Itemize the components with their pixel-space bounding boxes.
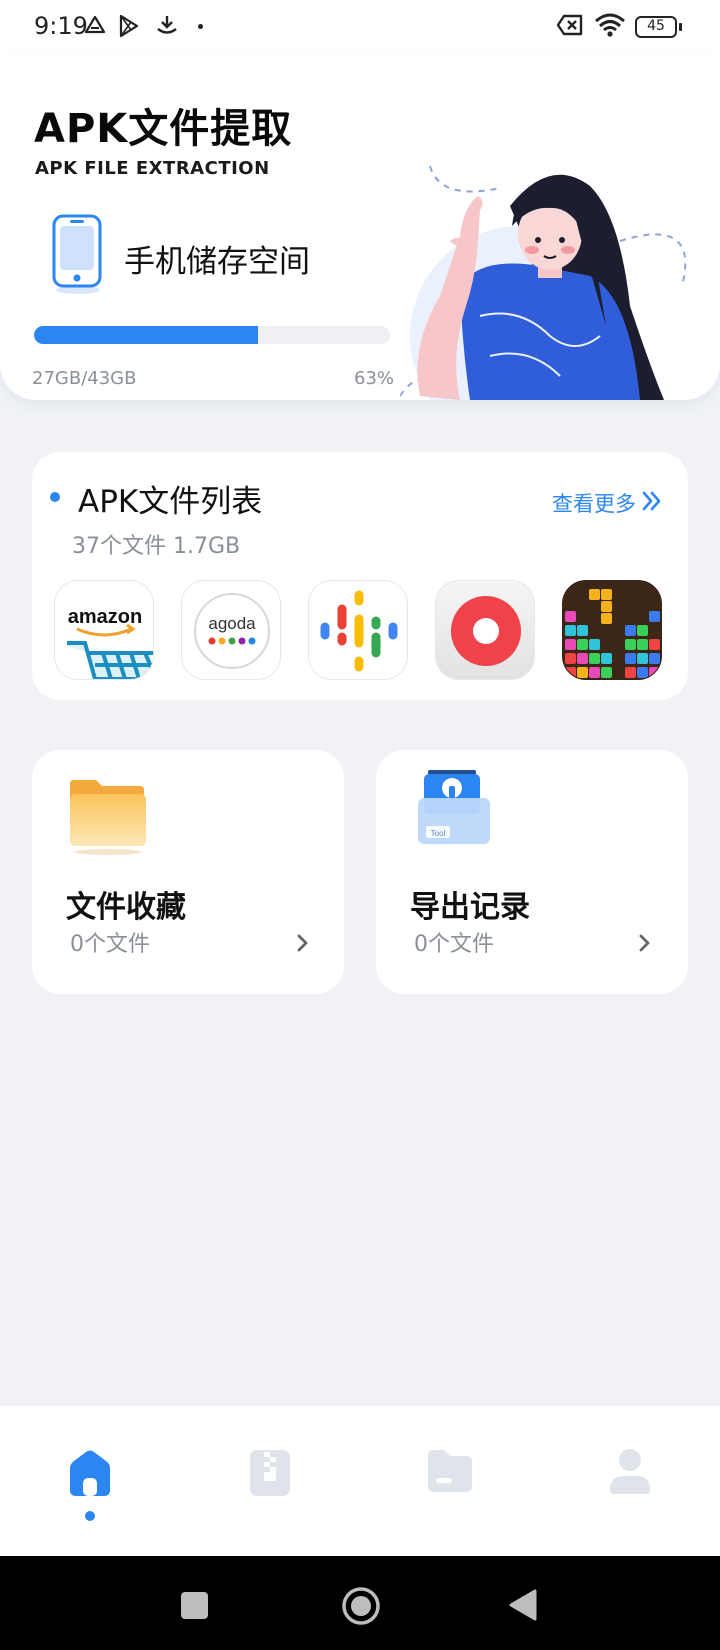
export-records-count: 0个文件 [414, 932, 494, 957]
storage-label: 手机储存空间 [124, 244, 310, 280]
download-icon [156, 14, 178, 40]
drive-icon [84, 14, 106, 40]
folder-file-icon[interactable] [426, 1448, 474, 1498]
google-podcasts-app-icon[interactable] [308, 580, 408, 680]
woman-illustration [399, 146, 720, 400]
app-title: APK文件提取 [34, 106, 293, 152]
folder-icon [66, 772, 150, 860]
apk-list-title: APK文件列表 [78, 484, 263, 520]
storage-used: 27GB/43GB [32, 368, 137, 389]
amazon-logo-text: amazon [68, 606, 142, 628]
screen-recorder-app-icon[interactable] [435, 580, 535, 680]
app-subtitle: APK FILE EXTRACTION [35, 158, 270, 179]
zip-file-icon[interactable] [248, 1448, 292, 1502]
wifi-icon [594, 12, 626, 42]
double-chevron-right-icon[interactable] [641, 489, 663, 517]
status-time: 9:19 [34, 12, 88, 40]
svg-text:Tool: Tool [431, 829, 446, 838]
apk-list-count: 37个文件 1.7GB [72, 534, 241, 559]
storage-progress-bar [34, 326, 390, 344]
chevron-right-icon [638, 933, 652, 957]
export-records-card[interactable]: Tool 导出记录 0个文件 [376, 750, 688, 994]
apk-list-card[interactable]: APK文件列表 37个文件 1.7GB 查看更多 amazon agoda [32, 452, 688, 700]
recents-button[interactable] [181, 1592, 208, 1619]
profile-icon[interactable] [608, 1448, 652, 1500]
agoda-app-icon[interactable]: agoda [181, 580, 281, 680]
favorites-title: 文件收藏 [66, 890, 186, 925]
storage-progress-fill [34, 326, 259, 344]
export-records-title: 导出记录 [410, 890, 530, 925]
block-puzzle-app-icon[interactable] [562, 580, 662, 680]
toolbox-icon: Tool [414, 766, 494, 860]
favorites-card[interactable]: 文件收藏 0个文件 [32, 750, 344, 994]
phone-icon [50, 214, 106, 300]
active-indicator-dot [85, 1511, 95, 1521]
see-more-link[interactable]: 查看更多 [552, 488, 636, 518]
amazon-app-icon[interactable]: amazon [54, 580, 154, 680]
battery-icon: 45 [635, 16, 682, 38]
play-store-icon [118, 14, 140, 42]
agoda-logo-text: agoda [208, 614, 256, 633]
bottom-nav [0, 1406, 720, 1556]
home-button[interactable] [341, 1586, 381, 1630]
status-bar: 9:19 45 [0, 0, 720, 56]
bullet-dot-icon [50, 492, 60, 502]
storage-percent: 63% [354, 368, 395, 389]
chevron-right-icon [296, 933, 310, 957]
system-nav-bar [0, 1556, 720, 1650]
home-icon[interactable] [66, 1448, 114, 1502]
header-card: APK文件提取 APK FILE EXTRACTION 手机储存空间 27GB/… [0, 56, 720, 400]
battery-level: 45 [647, 18, 665, 34]
favorites-count: 0个文件 [70, 932, 150, 957]
back-button[interactable] [508, 1588, 538, 1626]
no-sim-icon [556, 14, 584, 40]
dot-icon [198, 24, 203, 29]
